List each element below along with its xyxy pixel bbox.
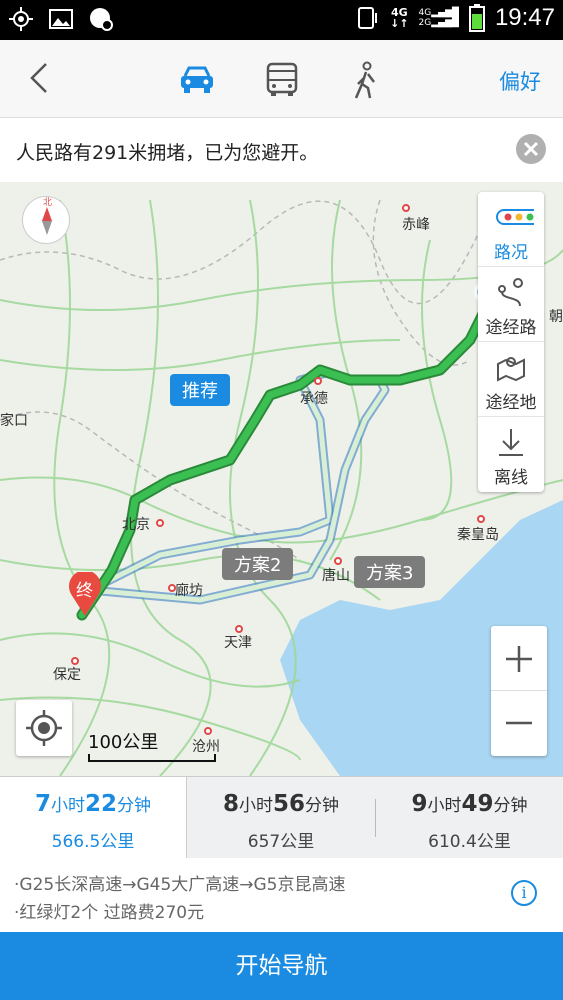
- route-option-distance: 657公里: [247, 832, 315, 852]
- city-beijing: 北京: [122, 517, 150, 533]
- route-option-1[interactable]: 7小时22分钟 566.5公里: [0, 777, 187, 859]
- traffic-label: 路况: [494, 243, 528, 263]
- city-chifeng: 赤峰: [402, 217, 430, 233]
- city-tangshan: 唐山: [322, 568, 350, 584]
- car-icon[interactable]: [177, 60, 217, 100]
- back-arrow-icon[interactable]: [22, 60, 58, 96]
- gps-icon: [9, 7, 33, 31]
- network-4g: 4G ↓↑: [390, 6, 409, 30]
- via-route-label: 途经路: [485, 318, 537, 338]
- traffic-toggle[interactable]: 路况: [478, 192, 544, 267]
- close-icon: [523, 141, 539, 157]
- banner-text: 人民路有291米拥堵，已为您避开。: [16, 142, 319, 164]
- compass-button[interactable]: 北: [22, 196, 70, 244]
- route-option-2[interactable]: 8小时56分钟 657公里: [187, 777, 375, 859]
- start-navigation-button[interactable]: 开始导航: [0, 932, 563, 1000]
- signal-indicator: 4G▂▄▆█ 2G▂▄▆█: [418, 8, 459, 28]
- city-qinhuangdao: 秦皇岛: [457, 527, 499, 543]
- vibrate-icon: [358, 7, 378, 29]
- city-langfang: 廊坊: [175, 583, 203, 599]
- offline-label: 离线: [494, 468, 528, 488]
- route-option-time: 8小时56分钟: [222, 791, 340, 817]
- browser-icon: [90, 8, 113, 31]
- scale-bar: [88, 754, 216, 762]
- locate-button[interactable]: [16, 700, 72, 756]
- city-chaoyang: 朝: [549, 309, 563, 325]
- via-place-icon: [497, 357, 525, 382]
- status-bar: 4G ↓↑ 4G▂▄▆█ 2G▂▄▆█ 19:47: [0, 0, 563, 40]
- end-marker-label: 终: [76, 581, 93, 601]
- close-banner-button[interactable]: [516, 134, 546, 164]
- download-icon: [499, 429, 523, 456]
- route-tag-recommended[interactable]: 推荐: [170, 374, 230, 406]
- zoom-in-button[interactable]: [491, 626, 547, 691]
- end-marker[interactable]: 终: [68, 572, 102, 616]
- route-details: ·红绿灯2个 过路费270元: [14, 903, 205, 923]
- city-tianjin: 天津: [224, 635, 252, 651]
- zoom-out-button[interactable]: [491, 691, 547, 756]
- route-option-distance: 610.4公里: [428, 832, 511, 852]
- locate-icon: [26, 710, 62, 746]
- route-roads: ·G25长深高速→G45大广高速→G5京昆高速: [14, 875, 346, 895]
- via-route-icon: [498, 278, 523, 307]
- via-route-button[interactable]: 途经路: [478, 267, 544, 342]
- via-place-label: 途经地: [485, 393, 537, 413]
- route-option-time: 7小时22分钟: [34, 791, 152, 817]
- battery-icon: [468, 4, 485, 32]
- route-option-3[interactable]: 9小时49分钟 610.4公里: [376, 777, 563, 859]
- route-tag-plan3[interactable]: 方案3: [354, 556, 426, 588]
- clock: 19:47: [494, 4, 555, 31]
- preference-button[interactable]: 偏好: [499, 66, 541, 96]
- top-nav: 偏好: [0, 40, 563, 118]
- route-option-distance: 566.5公里: [51, 832, 135, 852]
- city-chengde: 承德: [300, 391, 328, 407]
- route-options: 7小时22分钟 566.5公里 8小时56分钟 657公里 9小时49分钟 61…: [0, 776, 563, 859]
- scale-label: 100公里: [88, 732, 159, 753]
- minus-icon: [506, 721, 532, 725]
- city-baoding: 保定: [53, 667, 81, 683]
- plus-icon: [506, 646, 532, 672]
- offline-button[interactable]: 离线: [478, 417, 544, 492]
- walk-icon[interactable]: [346, 60, 386, 100]
- compass-north-label: 北: [43, 198, 53, 208]
- traffic-icon: [496, 209, 534, 225]
- city-zhangjiakou: 家口: [0, 413, 28, 429]
- via-place-button[interactable]: 途经地: [478, 342, 544, 417]
- route-tag-plan2[interactable]: 方案2: [222, 548, 294, 580]
- route-info: ·G25长深高速→G45大广高速→G5京昆高速 ·红绿灯2个 过路费270元 i: [0, 858, 563, 932]
- info-icon[interactable]: i: [511, 880, 537, 906]
- gallery-icon: [49, 9, 73, 29]
- zoom-control: [491, 626, 547, 756]
- bus-icon[interactable]: [262, 60, 302, 100]
- route-option-time: 9小时49分钟: [411, 791, 528, 817]
- map-side-panel: 路况 途经路 途经地 离线: [478, 192, 544, 492]
- congestion-banner: 人民路有291米拥堵，已为您避开。: [0, 118, 563, 182]
- map-scale: 100公里: [88, 728, 216, 762]
